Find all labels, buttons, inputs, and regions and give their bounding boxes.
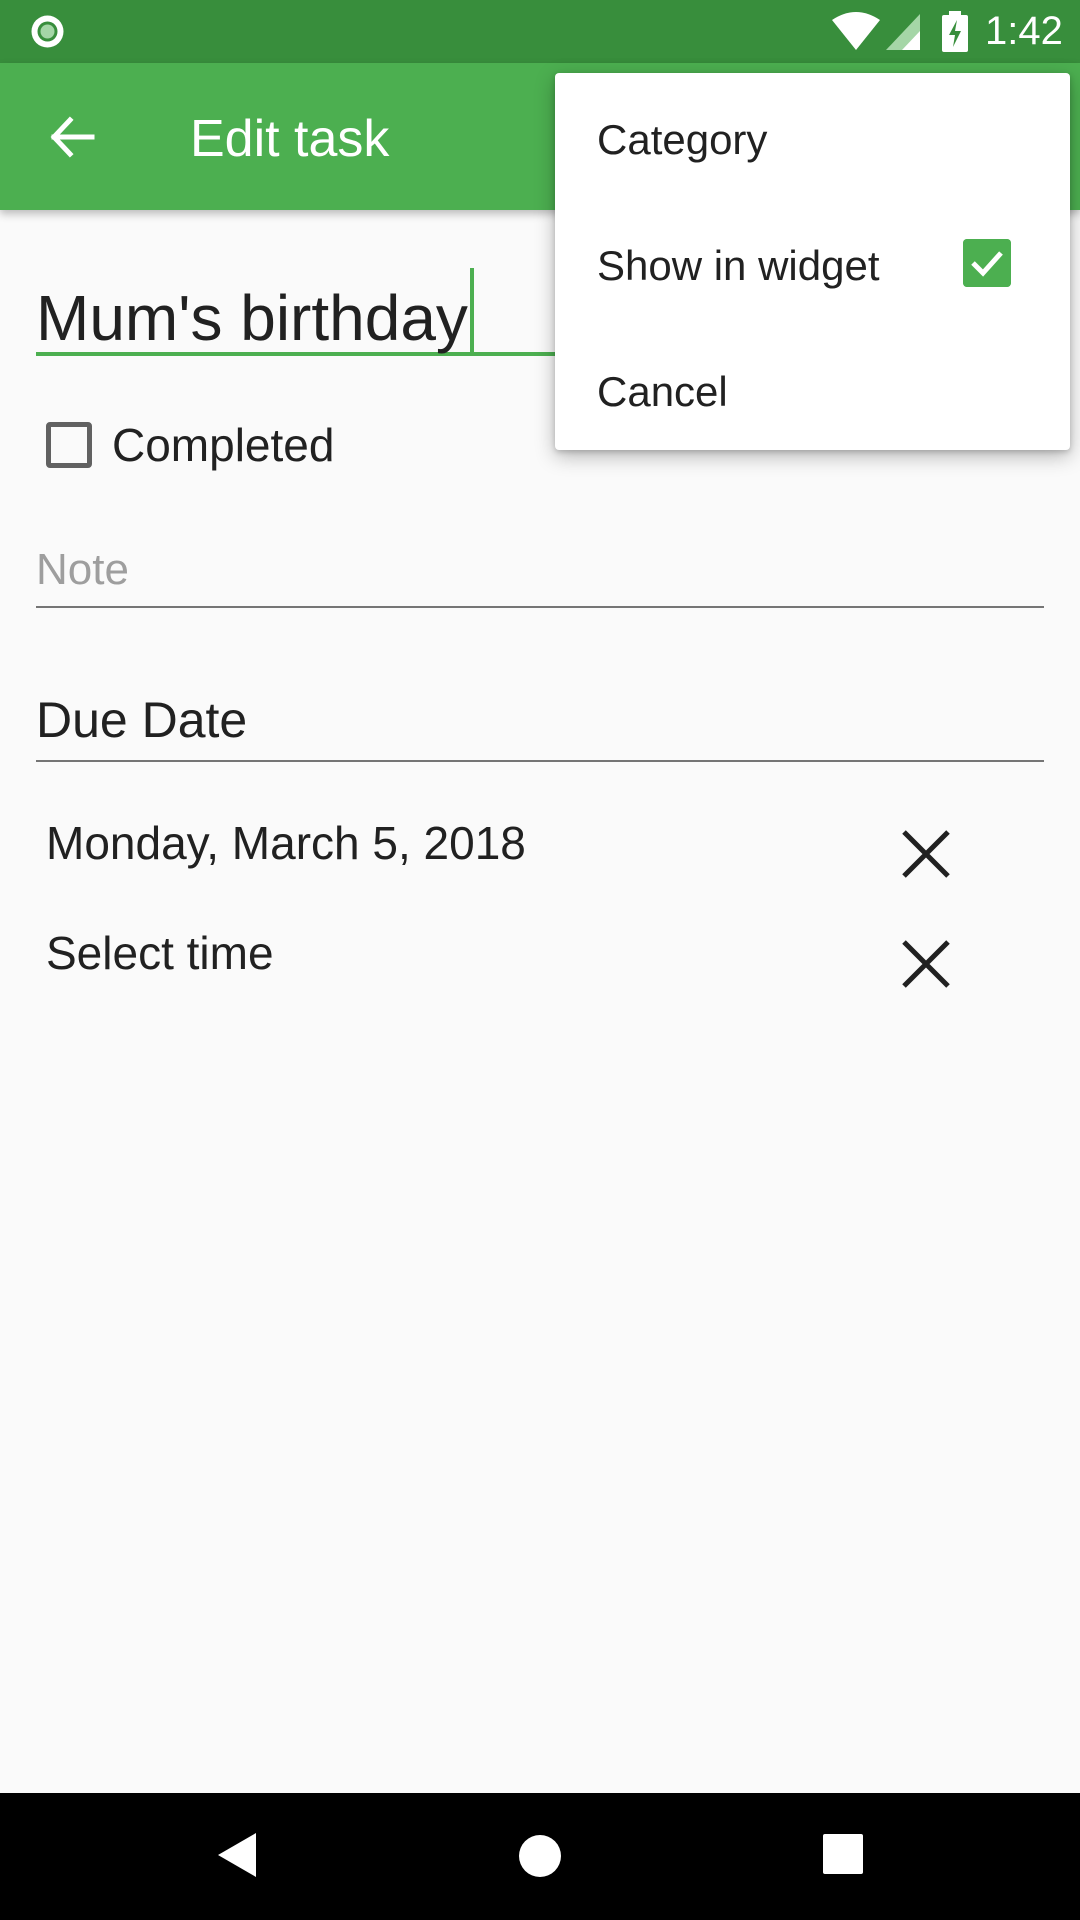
system-nav-bar — [0, 1793, 1080, 1920]
time-picker-row[interactable]: Select time — [46, 920, 966, 1000]
menu-item-label: Cancel — [597, 368, 728, 415]
page-title: Edit task — [190, 110, 390, 168]
menu-item-category[interactable]: Category — [555, 73, 1070, 199]
wifi-icon — [832, 12, 880, 50]
show-in-widget-checkbox[interactable] — [963, 239, 1011, 287]
menu-item-show-in-widget[interactable]: Show in widget — [555, 199, 1070, 325]
completed-checkbox[interactable] — [46, 422, 92, 468]
date-picker-row[interactable]: Monday, March 5, 2018 — [46, 810, 966, 890]
signal-icon — [886, 14, 920, 50]
battery-charging-icon — [942, 11, 968, 52]
clear-date-close-icon[interactable] — [896, 824, 956, 884]
menu-item-cancel[interactable]: Cancel — [555, 325, 1070, 451]
due-date-header: Due Date — [36, 688, 1044, 762]
notification-circle-icon — [31, 15, 64, 48]
status-clock: 1:42 — [985, 9, 1063, 53]
note-placeholder: Note — [36, 545, 129, 594]
status-bar: 1:42 — [0, 0, 1080, 63]
completed-label: Completed — [112, 419, 335, 471]
due-date-label: Due Date — [36, 692, 248, 748]
completed-checkbox-row[interactable]: Completed — [36, 410, 536, 480]
time-value[interactable]: Select time — [46, 926, 274, 980]
menu-item-label: Category — [597, 116, 768, 163]
task-title-text: Mum's birthday — [36, 268, 474, 356]
nav-recents-icon[interactable] — [823, 1834, 863, 1874]
arrow-back-icon[interactable] — [44, 109, 100, 165]
clear-time-close-icon[interactable] — [896, 934, 956, 994]
menu-item-label: Show in widget — [597, 242, 880, 289]
date-value[interactable]: Monday, March 5, 2018 — [46, 816, 526, 870]
text-cursor — [469, 268, 474, 354]
nav-home-icon[interactable] — [518, 1834, 562, 1878]
nav-back-icon[interactable] — [214, 1830, 258, 1880]
note-input[interactable]: Note — [36, 540, 1044, 608]
overflow-menu: Category Show in widget Cancel — [555, 73, 1070, 450]
